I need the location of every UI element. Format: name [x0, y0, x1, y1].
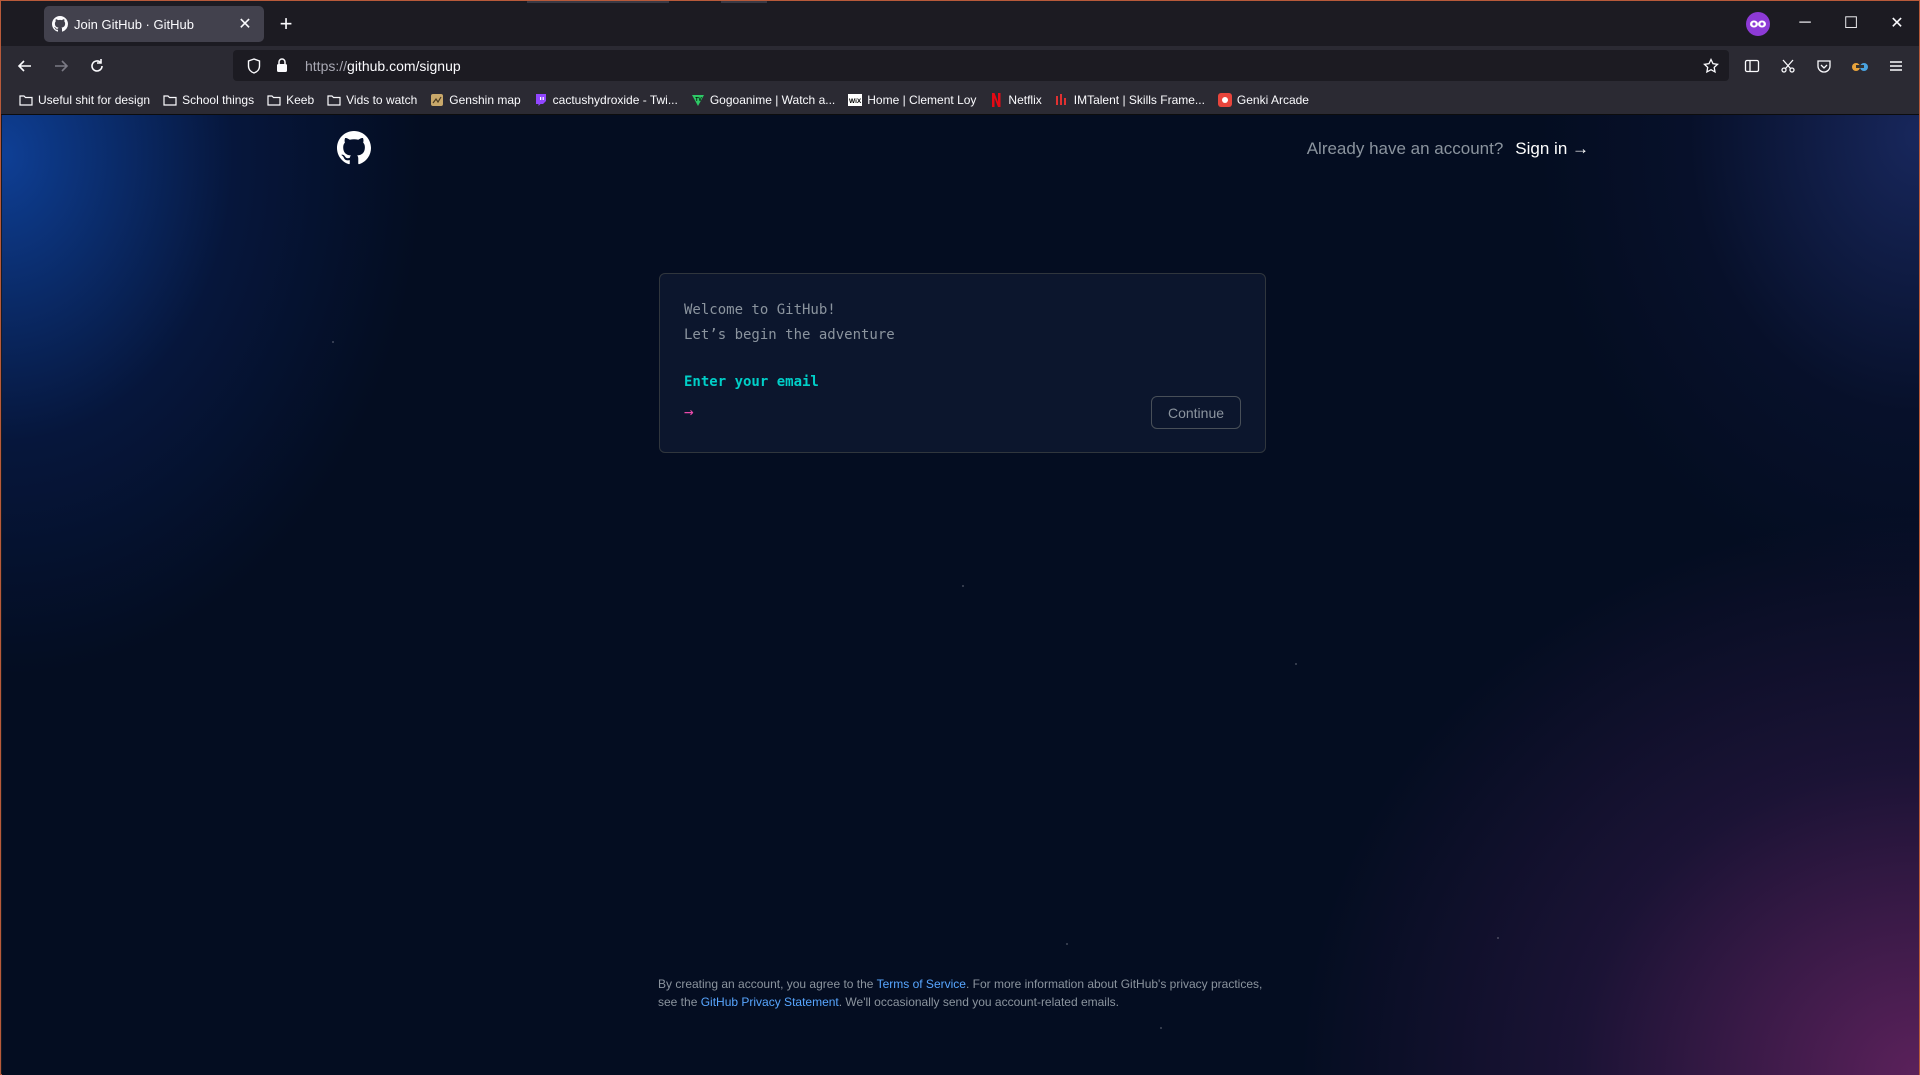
- background-star: [1066, 943, 1068, 945]
- bookmark-label: Genki Arcade: [1236, 93, 1309, 107]
- bookmark-item[interactable]: IMTalent | Skills Frame...: [1049, 88, 1210, 112]
- imtalent-icon: [1054, 92, 1070, 108]
- bookmark-label: cactushydroxide - Twi...: [552, 93, 678, 107]
- url-text[interactable]: https://github.com/signup: [305, 58, 461, 74]
- genki-icon: [1217, 92, 1233, 108]
- tab-join-github[interactable]: Join GitHub · GitHub ✕: [44, 6, 264, 42]
- bookmark-item[interactable]: Keeb: [261, 88, 319, 112]
- signin-prompt: Already have an account? Sign in →: [1307, 139, 1589, 159]
- privacy-statement-link[interactable]: GitHub Privacy Statement: [701, 995, 839, 1009]
- navigation-toolbar: https://github.com/signup: [1, 46, 1919, 86]
- tab-close-icon[interactable]: ✕: [234, 13, 256, 35]
- github-signup-page: Already have an account? Sign in → Welco…: [2, 115, 1919, 1075]
- bookmarks-toolbar: Useful shit for design School things Keeb V…: [1, 86, 1919, 115]
- github-logo-icon[interactable]: [337, 131, 371, 165]
- lock-icon[interactable]: [271, 55, 293, 77]
- already-have-account-text: Already have an account?: [1306, 139, 1504, 158]
- background-star: [332, 341, 334, 343]
- new-tab-button[interactable]: +: [273, 11, 299, 37]
- forward-button[interactable]: [47, 52, 75, 80]
- reload-icon: [91, 59, 103, 72]
- background-star: [1160, 1027, 1162, 1029]
- url-bar[interactable]: https://github.com/signup: [233, 50, 1729, 81]
- input-arrow-icon: →: [684, 402, 694, 421]
- forward-arrow-icon: [55, 60, 69, 72]
- bookmark-label: Netflix: [1008, 93, 1042, 107]
- bookmark-label: Home | Clement Loy: [867, 93, 977, 107]
- bookmark-label: Genshin map: [449, 93, 521, 107]
- welcome-line-2: Let’s begin the adventure: [684, 327, 895, 343]
- pocket-icon[interactable]: [1811, 53, 1837, 79]
- footer-text-part3: . We'll occasionally send you account-re…: [838, 995, 1119, 1009]
- bookmark-item[interactable]: Netflix: [983, 88, 1046, 112]
- sign-in-link[interactable]: Sign in →: [1515, 139, 1589, 159]
- twitch-icon: [533, 92, 549, 108]
- reload-button[interactable]: [83, 52, 111, 80]
- bookmark-item[interactable]: WiX Home | Clement Loy: [842, 88, 981, 112]
- bookmark-label: IMTalent | Skills Frame...: [1073, 93, 1205, 107]
- tab-strip-indicator: [621, 1, 669, 3]
- back-arrow-icon: [17, 60, 31, 72]
- bookmark-item[interactable]: cactushydroxide - Twi...: [528, 88, 683, 112]
- gogoanime-icon: TV: [690, 92, 706, 108]
- terms-of-service-link[interactable]: Terms of Service: [877, 977, 966, 991]
- github-favicon-icon: [52, 16, 68, 32]
- minimize-button[interactable]: ─: [1791, 10, 1819, 36]
- wix-icon: WiX: [847, 92, 863, 108]
- bookmark-label: Useful shit for design: [38, 93, 151, 107]
- menu-hamburger-icon[interactable]: [1883, 53, 1909, 79]
- welcome-line-1: Welcome to GitHub!: [684, 302, 836, 318]
- svg-text:TV: TV: [695, 97, 702, 103]
- tab-bar: Join GitHub · GitHub ✕ + ─ ☐ ✕: [1, 1, 1919, 46]
- bookmark-label: School things: [182, 93, 255, 107]
- bookmark-item[interactable]: School things: [157, 88, 259, 112]
- url-protocol: https://: [305, 57, 348, 74]
- bookmark-label: Vids to watch: [346, 93, 418, 107]
- folder-icon: [162, 92, 178, 108]
- terms-footer: By creating an account, you agree to the…: [658, 975, 1278, 1011]
- tab-title: Join GitHub · GitHub: [74, 16, 194, 32]
- private-browsing-icon: [1746, 12, 1770, 36]
- svg-text:WiX: WiX: [849, 98, 862, 105]
- background-star: [962, 585, 964, 587]
- bookmark-item[interactable]: TV Gogoanime | Watch a...: [685, 88, 840, 112]
- email-prompt-label: Enter your email: [684, 374, 819, 390]
- folder-icon: [266, 92, 282, 108]
- background-star: [1295, 663, 1297, 665]
- bookmark-label: Keeb: [286, 93, 315, 107]
- bookmark-item[interactable]: Genki Arcade: [1212, 88, 1314, 112]
- map-icon: [429, 92, 445, 108]
- bookmark-item[interactable]: Vids to watch: [321, 88, 422, 112]
- tracking-protection-shield-icon[interactable]: [243, 55, 265, 77]
- maximize-button[interactable]: ☐: [1837, 10, 1865, 36]
- bookmark-label: Gogoanime | Watch a...: [709, 93, 836, 107]
- browser-window: Join GitHub · GitHub ✕ + ─ ☐ ✕ https://g…: [0, 0, 1920, 1075]
- sidebar-toggle-icon[interactable]: [1739, 53, 1765, 79]
- bookmark-star-icon[interactable]: [1699, 54, 1723, 78]
- netflix-icon: [988, 92, 1004, 108]
- extension-icon[interactable]: [1847, 53, 1873, 79]
- continue-button[interactable]: Continue: [1151, 396, 1241, 429]
- screenshot-icon[interactable]: [1775, 53, 1801, 79]
- folder-icon: [326, 92, 342, 108]
- tab-strip-indicator: [527, 1, 621, 3]
- bookmark-item[interactable]: Genshin map: [424, 88, 525, 112]
- background-star: [1497, 937, 1499, 939]
- signup-card: Welcome to GitHub! Let’s begin the adven…: [659, 273, 1266, 453]
- tab-strip-indicator: [721, 1, 767, 3]
- folder-icon: [18, 92, 34, 108]
- close-window-button[interactable]: ✕: [1883, 10, 1911, 36]
- email-input[interactable]: [708, 398, 1108, 426]
- footer-text-part1: By creating an account, you agree to the: [658, 977, 877, 991]
- bookmark-item[interactable]: Useful shit for design: [13, 88, 155, 112]
- url-host-path: github.com/signup: [347, 57, 461, 74]
- back-button[interactable]: [11, 52, 39, 80]
